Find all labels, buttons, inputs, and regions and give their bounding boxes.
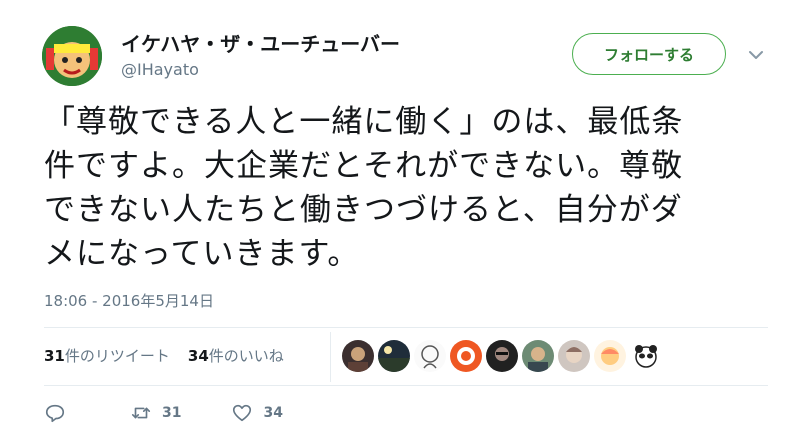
divider xyxy=(44,327,768,328)
heart-icon xyxy=(233,404,252,422)
retweets-count: 31 xyxy=(44,347,65,365)
liker-avatar[interactable] xyxy=(630,340,662,372)
retweets-stat[interactable]: 31件のリツイート xyxy=(44,345,170,366)
liker-avatar[interactable] xyxy=(450,340,482,372)
user-handle[interactable]: @IHayato xyxy=(121,60,199,79)
tweet-text: 「尊敬できる人と一緒に働く」のは、最低条 件ですよ。大企業だとそれができない。尊… xyxy=(44,100,774,276)
liker-avatar[interactable] xyxy=(342,340,374,372)
avatar[interactable] xyxy=(42,26,102,86)
tweet-line: 件ですよ。大企業だとそれができない。尊敬 xyxy=(44,148,684,184)
tweet-timestamp[interactable]: 18:06 - 2016年5月14日 xyxy=(44,290,214,311)
liker-avatar[interactable] xyxy=(378,340,410,372)
likes-count: 34 xyxy=(187,347,209,365)
likes-stat[interactable]: 34件のいいね xyxy=(188,345,284,366)
chevron-down-icon[interactable] xyxy=(745,44,767,66)
engagement-stats: 31件のリツイート 34件のいいね xyxy=(44,345,284,366)
tweet-line: メになっていきます。 xyxy=(44,236,360,272)
display-name[interactable]: イケハヤ・ザ・ユーチューバー xyxy=(121,28,400,57)
follow-button[interactable]: フォローする xyxy=(572,33,726,75)
reply-icon xyxy=(45,404,65,423)
tweet-line: できない人たちと働きつづけると、自分がダ xyxy=(44,192,683,228)
like-button[interactable]: 34 xyxy=(231,402,283,424)
avatar-illustration xyxy=(42,26,102,86)
likes-label: 件のいいね xyxy=(208,347,284,365)
liker-avatar[interactable] xyxy=(558,340,590,372)
liker-avatar[interactable] xyxy=(522,340,554,372)
retweet-icon xyxy=(131,407,151,419)
tweet-actions: 31 34 xyxy=(44,402,283,424)
stats-separator xyxy=(330,332,331,382)
retweets-label: 件のリツイート xyxy=(64,347,170,365)
like-count: 34 xyxy=(263,405,283,421)
liker-avatar[interactable] xyxy=(414,340,446,372)
divider xyxy=(44,385,768,386)
tweet-line: 「尊敬できる人と一緒に働く」のは、最低条 xyxy=(44,104,684,140)
retweet-button[interactable]: 31 xyxy=(130,402,181,424)
liker-avatar[interactable] xyxy=(594,340,626,372)
retweet-count: 31 xyxy=(162,405,182,421)
likers-avatars xyxy=(342,340,666,372)
liker-avatar[interactable] xyxy=(486,340,518,372)
reply-button[interactable] xyxy=(44,402,66,424)
